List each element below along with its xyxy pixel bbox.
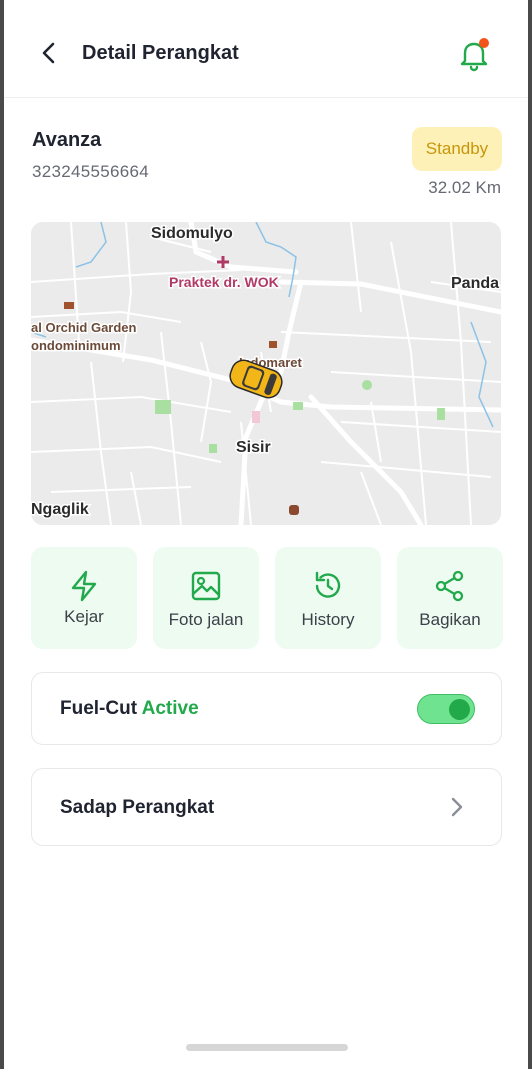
fuel-cut-label: Fuel-Cut Active [60,698,199,720]
sadap-perangkat-row[interactable]: Sadap Perangkat [31,768,502,846]
page-title: Detail Perangkat [82,42,239,64]
image-icon [191,571,221,601]
back-button[interactable] [34,38,64,68]
history-button[interactable]: History [275,547,381,649]
bagikan-label: Bagikan [419,610,481,629]
distance-value: 32.02 Km [428,178,501,197]
chevron-right-icon [451,797,463,817]
kejar-button[interactable]: Kejar [31,547,137,649]
history-icon [315,571,341,598]
home-indicator[interactable] [186,1044,348,1051]
bell-icon [460,38,489,72]
sadap-perangkat-label: Sadap Perangkat [60,797,215,818]
vehicle-name: Avanza [32,129,102,151]
map-view[interactable]: Sidomulyo Praktek dr. WOK Panda al Orchi… [31,222,501,525]
bagikan-button[interactable]: Bagikan [397,547,503,649]
toggle-knob [449,699,470,720]
foto-jalan-label: Foto jalan [168,610,244,629]
foto-jalan-button[interactable]: Foto jalan [153,547,259,649]
fuel-cut-status: Active [141,698,199,719]
action-buttons: Kejar Foto jalan History Bagikan [31,547,503,649]
fuel-cut-title: Fuel-Cut [60,698,138,719]
fuel-cut-card: Fuel-Cut Active [31,672,502,745]
map-label-sidomulyo: Sidomulyo [151,225,233,242]
history-label: History [301,610,355,629]
app-header: Detail Perangkat [4,0,528,98]
share-icon [435,570,464,602]
notification-dot [479,38,489,48]
lightning-icon [71,570,97,602]
fuel-cut-toggle[interactable] [417,694,475,724]
device-detail-screen: Detail Perangkat Avanza 323245556664 Sta… [4,0,528,1069]
kejar-label: Kejar [64,607,104,626]
notification-button[interactable] [454,34,494,74]
map-label-orchid-line2: ondominimum [31,338,121,353]
map-label-sisir: Sisir [236,439,271,456]
map-label-ngaglik: Ngaglik [31,501,89,518]
map-label-panda: Panda [451,275,499,292]
status-badge: Standby [412,127,502,171]
arrow-left-icon [42,42,55,64]
map-label-praktek: Praktek dr. WOK [169,274,279,290]
map-label-orchid-line1: al Orchid Garden [31,320,137,335]
vehicle-id: 323245556664 [32,162,150,181]
